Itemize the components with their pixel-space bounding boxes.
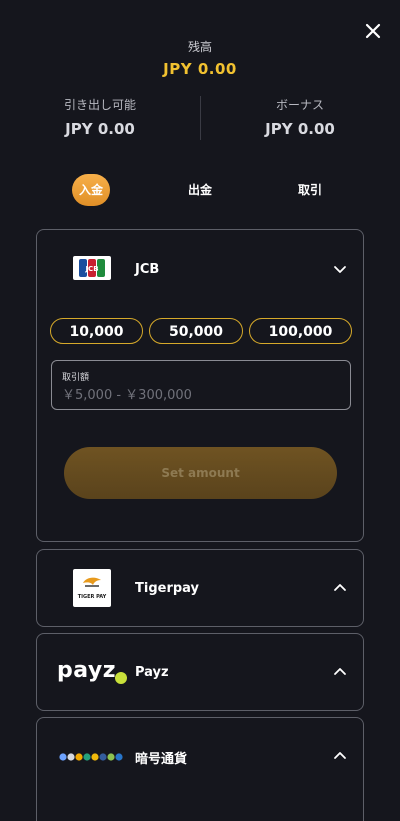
- payment-method-tigerpay: TIGER PAY Tigerpay: [36, 549, 364, 627]
- tab-bar: 入金 出金 取引: [0, 174, 400, 208]
- bonus-value: JPY 0.00: [265, 120, 335, 138]
- bonus-balance: ボーナス JPY 0.00: [200, 96, 400, 138]
- bonus-label: ボーナス: [275, 98, 324, 112]
- tab-withdraw[interactable]: 出金: [180, 174, 220, 206]
- svg-text:TIGER PAY: TIGER PAY: [78, 594, 107, 600]
- deposit-modal: 残高 JPY 0.00 引き出し可能 JPY 0.00 ボーナス JPY 0.0…: [0, 0, 400, 821]
- svg-text:JCB: JCB: [84, 265, 98, 273]
- payment-method-payz: payz Payz: [36, 633, 364, 711]
- payment-method-crypto: 暗号通貨: [36, 717, 364, 821]
- chevron-up-icon: [334, 752, 346, 759]
- tab-deposit[interactable]: 入金: [72, 174, 110, 206]
- withdrawable-value: JPY 0.00: [65, 120, 135, 138]
- crypto-name: 暗号通貨: [135, 752, 188, 767]
- quick-amount-50000[interactable]: 50,000: [149, 318, 243, 344]
- amount-field[interactable]: 取引額: [51, 360, 351, 410]
- amount-field-label: 取引額: [62, 373, 90, 383]
- jcb-name: JCB: [135, 262, 160, 277]
- balance-section: 残高 JPY 0.00: [0, 38, 400, 78]
- withdrawable-balance: 引き出し可能 JPY 0.00: [0, 96, 200, 138]
- crypto-header[interactable]: 暗号通貨: [37, 718, 363, 796]
- sub-balances: 引き出し可能 JPY 0.00 ボーナス JPY 0.00: [0, 96, 400, 142]
- payment-method-jcb: JCB JCB 10,000 50,000 100,000 取引額 Set am…: [36, 229, 364, 542]
- crypto-coins-icon: [59, 749, 127, 768]
- amount-input[interactable]: [62, 385, 332, 405]
- quick-amounts: 10,000 50,000 100,000: [50, 318, 352, 346]
- payz-header[interactable]: payz Payz: [37, 634, 363, 712]
- quick-amount-100000[interactable]: 100,000: [249, 318, 352, 344]
- withdrawable-label: 引き出し可能: [63, 98, 136, 112]
- set-amount-button[interactable]: Set amount: [64, 447, 337, 499]
- tigerpay-header[interactable]: TIGER PAY Tigerpay: [37, 550, 363, 628]
- chevron-down-icon: [334, 266, 346, 273]
- chevron-up-icon: [334, 584, 346, 591]
- jcb-logo: JCB: [73, 256, 111, 284]
- tigerpay-name: Tigerpay: [135, 581, 200, 596]
- tab-transactions[interactable]: 取引: [290, 174, 330, 206]
- payz-logo: payz: [57, 658, 117, 683]
- payz-logo-dot: [115, 672, 127, 684]
- chevron-up-icon: [334, 668, 346, 675]
- balance-label: 残高: [187, 40, 212, 54]
- payz-name: Payz: [135, 665, 169, 680]
- jcb-header[interactable]: JCB JCB: [37, 230, 363, 308]
- quick-amount-10000[interactable]: 10,000: [50, 318, 143, 344]
- balance-value: JPY 0.00: [163, 60, 237, 78]
- tigerpay-logo: TIGER PAY: [73, 569, 111, 611]
